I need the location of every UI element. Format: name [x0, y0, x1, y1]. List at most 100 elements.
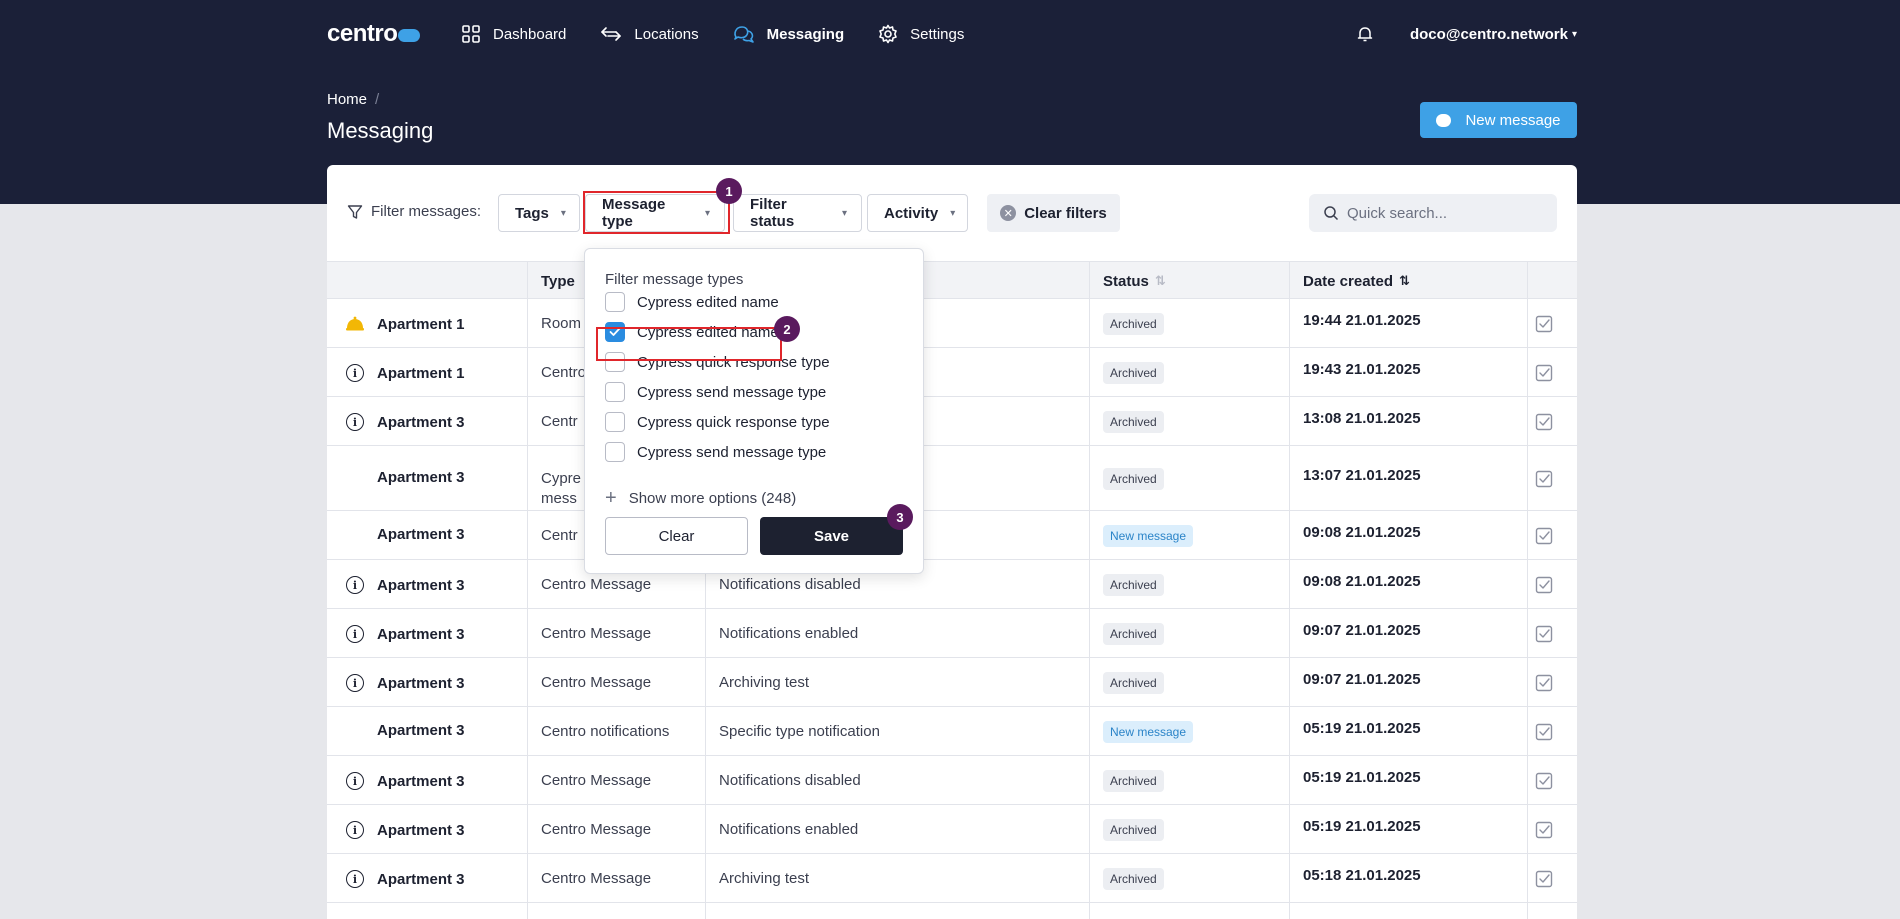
logo[interactable]: centro	[327, 20, 461, 48]
user-email: doco@centro.network	[1409, 25, 1568, 43]
status-cell: Archived	[1089, 868, 1164, 890]
breadcrumb-separator: /	[375, 91, 380, 108]
type-cell-text: Room	[541, 315, 582, 332]
table-row[interactable]: Apartment 3 Centro notifications Specifi…	[327, 707, 1577, 756]
location-name: Apartment 3	[377, 526, 465, 543]
table-row[interactable]: i Apartment 3 Centro Message Notification…	[327, 805, 1577, 854]
table-row[interactable]: Apartment 3 Centr New message 09:08 21.0…	[327, 511, 1577, 560]
mark-read-checkbox-icon[interactable]	[1535, 364, 1553, 382]
message-type-option[interactable]: Cypress quick response type	[605, 412, 830, 432]
activity-filter-button[interactable]: Activity ▾	[867, 194, 968, 232]
table-row[interactable]: i Apartment 3 Centro Message Notification…	[327, 756, 1577, 805]
mark-read-checkbox-icon[interactable]	[1535, 527, 1553, 545]
type-cell: Cypre mess	[527, 469, 581, 509]
tags-filter-button[interactable]: Tags ▾	[498, 194, 580, 232]
activity-filter-label: Activity	[884, 204, 939, 222]
mark-read-checkbox-icon[interactable]	[1535, 315, 1553, 333]
location-cell: Apartment 3	[327, 722, 465, 739]
type-cell: Centro	[527, 363, 586, 383]
status-badge: Archived	[1103, 468, 1164, 490]
table-row[interactable]: i Apartment 3 Centro Message Archiving te…	[327, 854, 1577, 903]
arrows-icon	[601, 27, 622, 41]
checkbox[interactable]	[605, 442, 625, 462]
status-badge: Archived	[1103, 313, 1164, 335]
clear-filters-button[interactable]: ✕ Clear filters	[987, 194, 1120, 232]
date-cell: 13:08 21.01.2025	[1303, 410, 1421, 427]
table-row[interactable]: i Apartment 3 Centro Message Notification…	[327, 560, 1577, 609]
column-header-date-created[interactable]: Date created ⇅	[1289, 262, 1410, 300]
option-label: Cypress edited name	[637, 323, 779, 341]
location-name: Apartment 3	[377, 722, 465, 739]
message-type-option[interactable]: Cypress edited name	[605, 292, 779, 312]
mark-read-checkbox-icon[interactable]	[1535, 772, 1553, 790]
table-row[interactable]: i Apartment 3 Centro Message Notification…	[327, 609, 1577, 658]
mark-read-checkbox-icon[interactable]	[1535, 674, 1553, 692]
table-row[interactable]: i Apartment 3 Centr Archived 13:08 21.01.…	[327, 397, 1577, 446]
status-cell: Archived	[1089, 468, 1164, 490]
table-row[interactable]: i Apartment 3 Centro Message Archiving te…	[327, 658, 1577, 707]
user-menu[interactable]: doco@centro.network ▾	[1410, 26, 1577, 43]
status-badge: New message	[1103, 721, 1194, 743]
location-cell: Apartment 1	[327, 314, 465, 334]
checkbox[interactable]	[605, 382, 625, 402]
checkbox-checked-icon[interactable]	[605, 322, 625, 342]
date-cell: 05:18 21.01.2025	[1303, 867, 1421, 884]
location-cell: i Apartment 3	[327, 412, 465, 432]
dropdown-save-button[interactable]: Save	[760, 517, 903, 555]
mark-read-checkbox-icon[interactable]	[1535, 625, 1553, 643]
mark-read-checkbox-icon[interactable]	[1535, 723, 1553, 741]
status-badge: Archived	[1103, 770, 1164, 792]
status-filter-button[interactable]: Filter status ▾	[733, 194, 862, 232]
checkbox[interactable]	[605, 352, 625, 372]
type-cell-text: Centro Message	[541, 625, 652, 642]
type-cell-text: Centro Message	[541, 674, 652, 691]
breadcrumb-home[interactable]: Home	[327, 91, 367, 108]
status-badge: Archived	[1103, 362, 1164, 384]
mark-read-checkbox-icon[interactable]	[1535, 470, 1553, 488]
column-header-status[interactable]: Status ⇅	[1089, 262, 1166, 300]
nav-locations[interactable]: Locations	[600, 24, 699, 44]
option-label: Cypress send message type	[637, 443, 827, 461]
nav-messaging[interactable]: Messaging	[733, 24, 844, 44]
checkbox[interactable]	[605, 412, 625, 432]
clear-filters-label: Clear filters	[1024, 204, 1107, 222]
nav-dashboard-label: Dashboard	[493, 25, 567, 43]
status-badge: Archived	[1103, 623, 1164, 645]
new-message-button[interactable]: New message	[1420, 102, 1577, 138]
info-icon: i	[345, 820, 365, 840]
type-cell: Centro Message	[527, 575, 651, 595]
location-cell: i Apartment 3	[327, 869, 465, 889]
location-name: Apartment 3	[377, 674, 465, 692]
nav-dashboard[interactable]: Dashboard	[461, 24, 566, 44]
bell-icon[interactable]	[1356, 25, 1374, 43]
message-type-option[interactable]: Cypress edited name	[605, 322, 779, 342]
mark-read-checkbox-icon[interactable]	[1535, 821, 1553, 839]
subject-cell: Notifications disabled	[719, 576, 861, 593]
step-marker-2: 2	[774, 316, 800, 342]
message-type-option[interactable]: Cypress quick response type	[605, 352, 830, 372]
message-type-option[interactable]: Cypress send message type	[605, 382, 826, 402]
message-type-option[interactable]: Cypress send message type	[605, 442, 826, 462]
type-cell-text: Centr	[541, 527, 578, 544]
mark-read-checkbox-icon[interactable]	[1535, 576, 1553, 594]
table-row[interactable]: Apartment 1 Room Service Archived 19:44 …	[327, 299, 1577, 348]
status-cell: Archived	[1089, 770, 1164, 792]
tags-filter-label: Tags	[515, 204, 549, 222]
mark-read-checkbox-icon[interactable]	[1535, 870, 1553, 888]
mark-read-checkbox-icon[interactable]	[1535, 413, 1553, 431]
table-row[interactable]: Apartment 3 Cypremess st Archived 13:07 …	[327, 446, 1577, 511]
option-label: Cypress send message type	[637, 383, 827, 401]
message-type-filter-button[interactable]: Message type ▾	[585, 194, 725, 232]
dropdown-clear-button[interactable]: Clear	[605, 517, 748, 555]
search-input[interactable]	[1347, 204, 1547, 222]
checkbox[interactable]	[605, 292, 625, 312]
type-cell-text: Centro Message	[541, 870, 652, 887]
table-row[interactable]: i Apartment 1 Centro Archived 19:43 21.01…	[327, 348, 1577, 397]
show-more-options[interactable]: + Show more options (248)	[605, 487, 796, 510]
location-cell: i Apartment 1	[327, 363, 465, 383]
type-cell: Room	[527, 314, 581, 334]
info-icon: i	[345, 771, 365, 791]
location-cell: i Apartment 3	[327, 673, 465, 693]
nav-settings[interactable]: Settings	[878, 24, 964, 44]
column-header-type[interactable]: Type	[527, 262, 575, 300]
